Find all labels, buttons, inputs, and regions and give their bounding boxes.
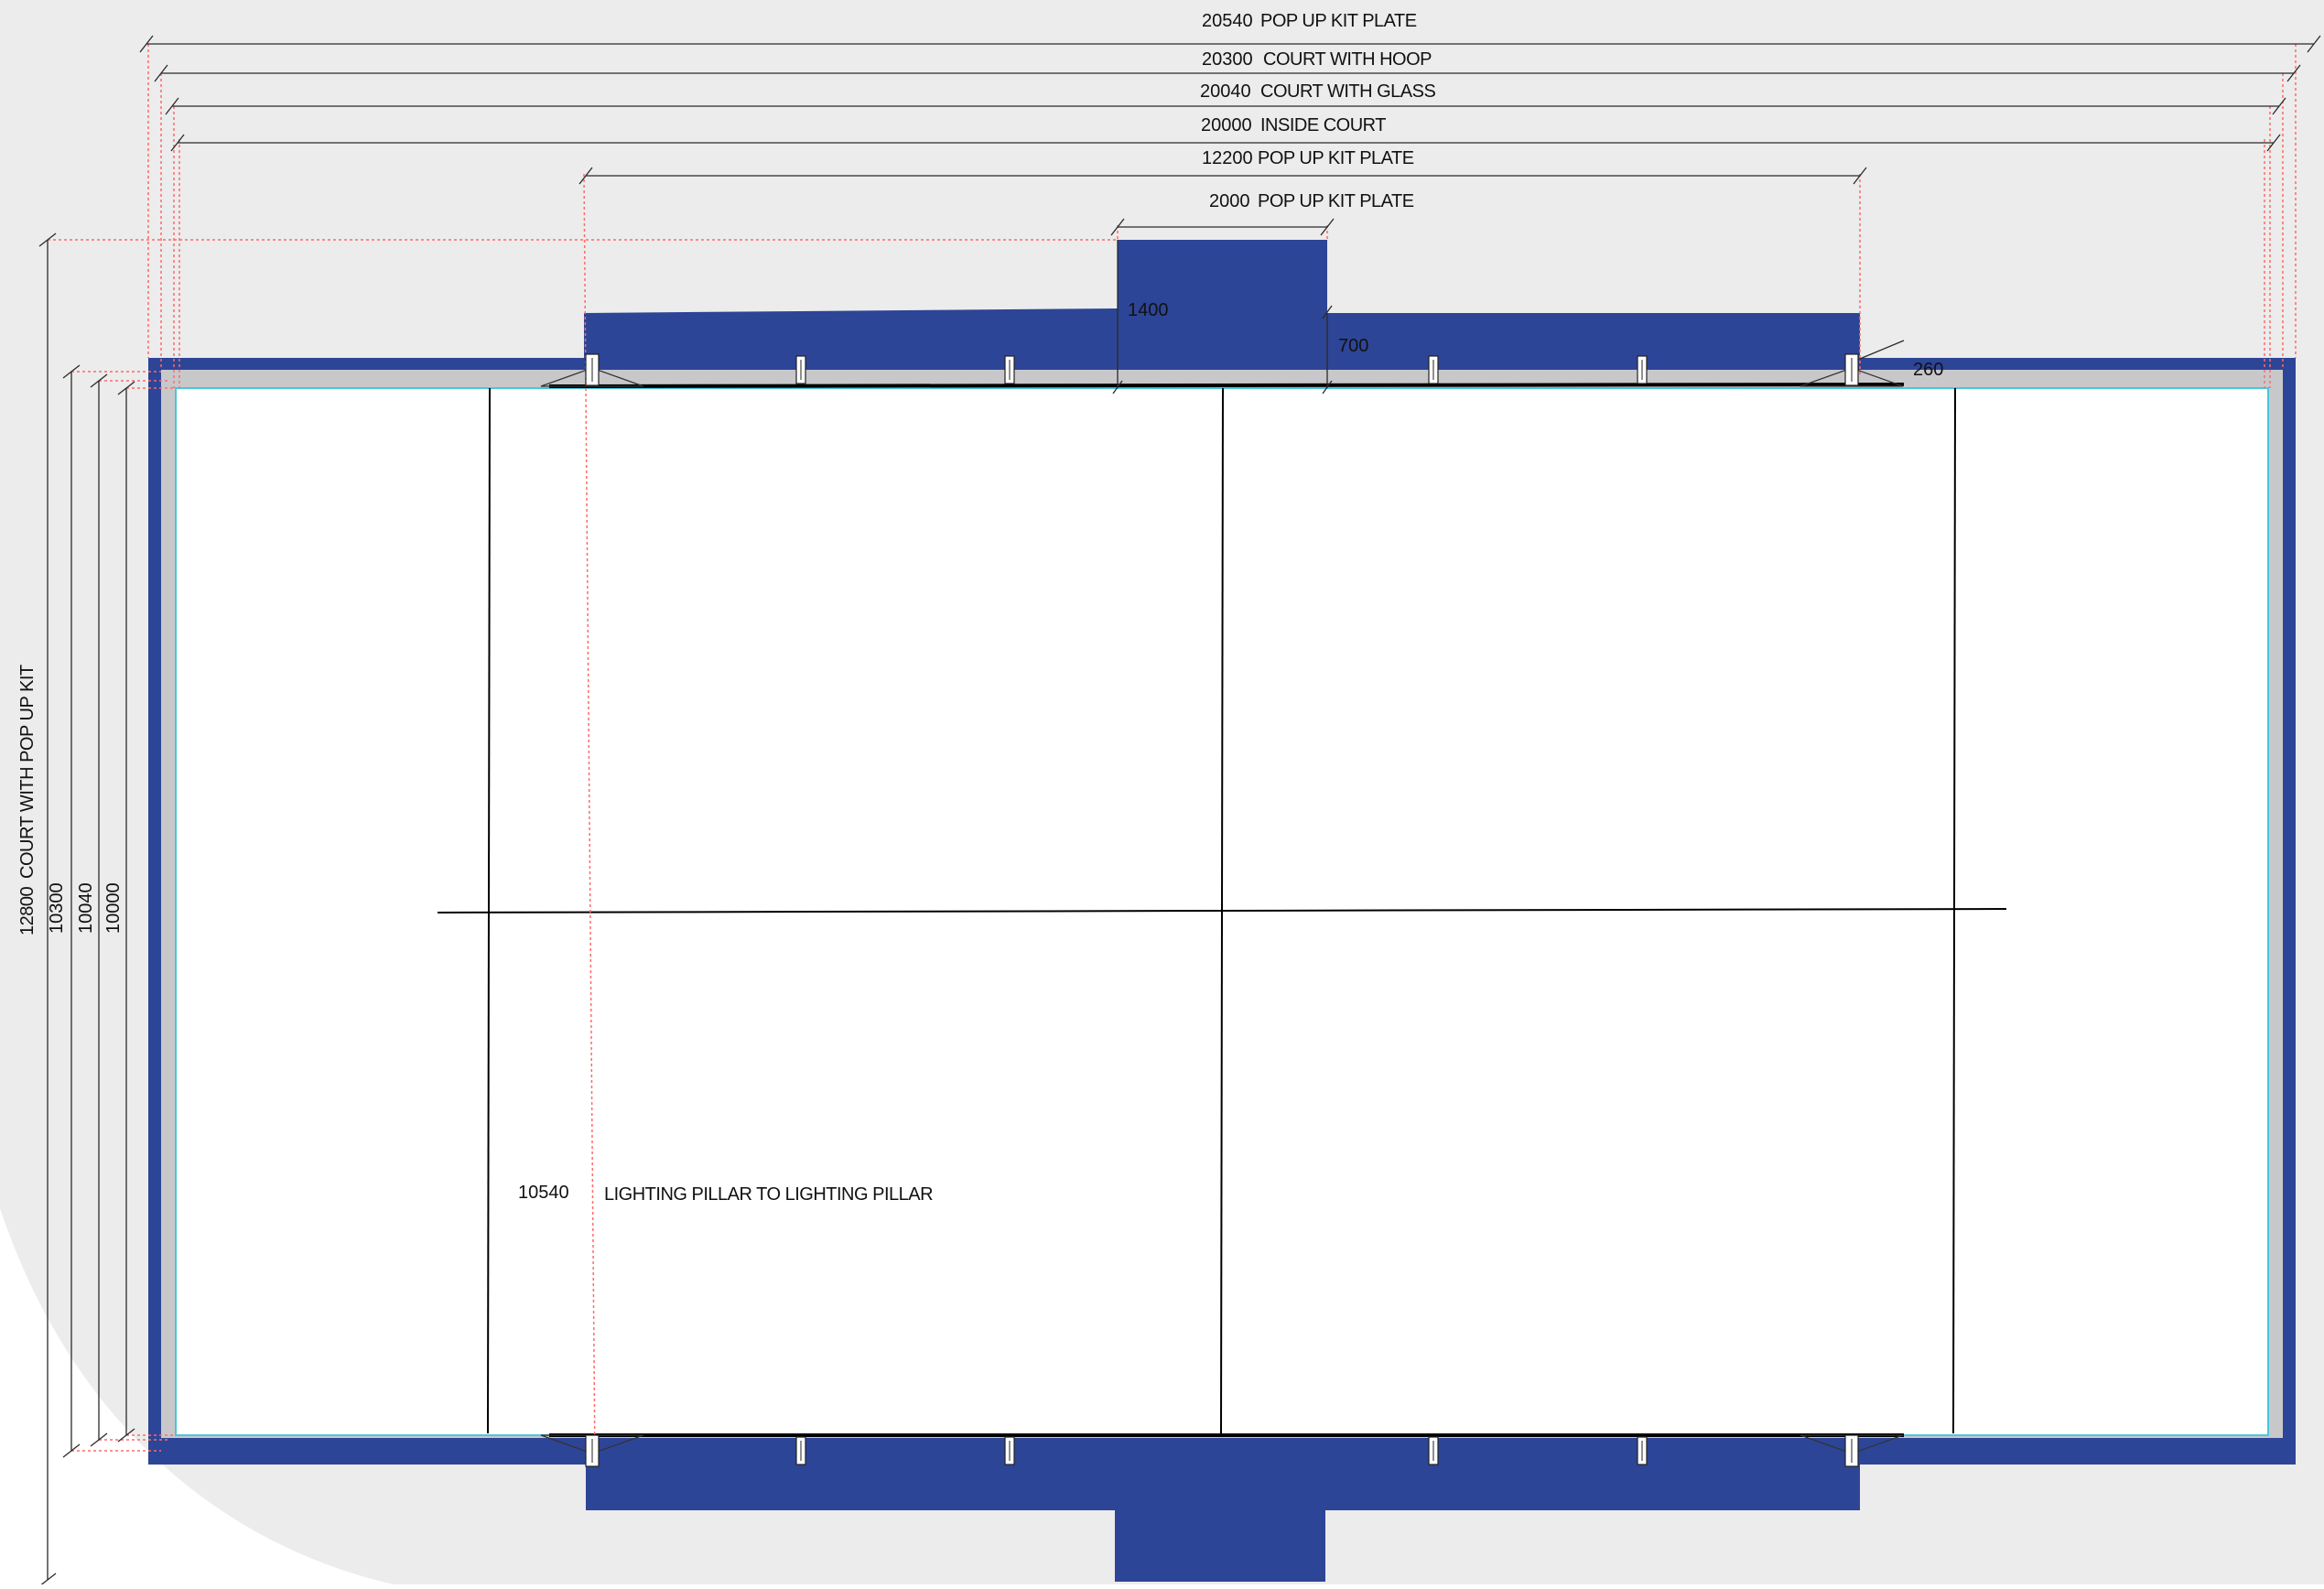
left-dim-10040-value: 10040 bbox=[76, 882, 96, 934]
left-dim-12800-value: 12800 bbox=[17, 887, 38, 935]
dim-20040: 20040 COURT WITH GLASS bbox=[1200, 81, 1436, 102]
pillar-distance-value: 10540 bbox=[518, 1183, 569, 1203]
court-plan-svg: 20540 POP UP KIT PLATE 20300 COURT WITH … bbox=[0, 0, 2324, 1587]
dim-20040-value: 20040 bbox=[1200, 81, 1251, 102]
dim-2000-label: POP UP KIT PLATE bbox=[1258, 191, 1414, 211]
dim-2000: 2000 POP UP KIT PLATE bbox=[1209, 191, 1414, 211]
left-dim-12800-label: COURT WITH POP UP KIT bbox=[17, 665, 38, 879]
dim-2000-value: 2000 bbox=[1209, 191, 1250, 211]
dim-20540-value: 20540 bbox=[1202, 11, 1253, 31]
dim-20540-label: POP UP KIT PLATE bbox=[1260, 11, 1417, 31]
callout-tab-height: 1400 bbox=[1128, 300, 1169, 320]
callout-plate-depth: 700 bbox=[1338, 336, 1368, 356]
dim-20000-label: INSIDE COURT bbox=[1260, 115, 1386, 135]
dim-20000-value: 20000 bbox=[1201, 115, 1252, 135]
callout-pillar-offset: 260 bbox=[1913, 360, 1943, 380]
pillar-distance-label: LIGHTING PILLAR TO LIGHTING PILLAR bbox=[604, 1184, 933, 1205]
dim-20540: 20540 POP UP KIT PLATE bbox=[1202, 11, 1417, 31]
dim-20040-label: COURT WITH GLASS bbox=[1260, 81, 1435, 102]
court-top-edge bbox=[548, 383, 1905, 388]
dim-20300: 20300 COURT WITH HOOP bbox=[1202, 49, 1432, 70]
dim-20000: 20000 INSIDE COURT bbox=[1201, 115, 1387, 135]
left-dim-10000-value: 10000 bbox=[103, 882, 124, 934]
dim-20300-label: COURT WITH HOOP bbox=[1263, 49, 1432, 70]
dim-12200: 12200 POP UP KIT PLATE bbox=[1202, 148, 1414, 168]
left-dim-10300-value: 10300 bbox=[47, 882, 67, 934]
dim-12200-label: POP UP KIT PLATE bbox=[1258, 148, 1414, 168]
dim-12200-value: 12200 bbox=[1202, 148, 1253, 168]
dim-20300-value: 20300 bbox=[1202, 49, 1253, 70]
court-plan-drawing: 20540 POP UP KIT PLATE 20300 COURT WITH … bbox=[0, 0, 2324, 1587]
